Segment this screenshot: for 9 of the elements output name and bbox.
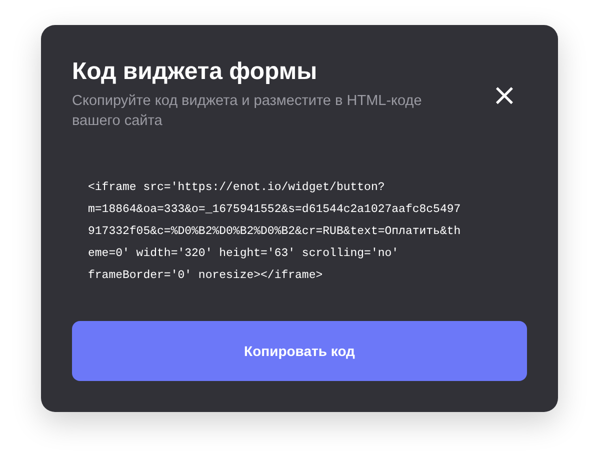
code-line: eme=0' width='320' height='63' scrolling='no'	[88, 246, 400, 262]
code-line: frameBorder='0' noresize></iframe>	[88, 268, 324, 284]
code-line: m=18864&oa=333&o=_1675941552&s=d61544c2a1027aafc8c5497	[88, 202, 462, 218]
code-line: <iframe src='https://enot.io/widget/button?	[88, 180, 386, 196]
close-button[interactable]: ×	[488, 81, 521, 111]
code-line: 917332f05&c=%D0%B2%D0%B2%D0%B2&cr=RUB&text=Оплатить&th	[88, 224, 462, 240]
dialog-title: Код виджета формы	[72, 57, 318, 87]
copy-code-button[interactable]: Копировать код	[72, 321, 527, 381]
dialog-subtitle: Скопируйте код виджета и разместите в HTML-коде вашего сайта	[72, 92, 423, 131]
